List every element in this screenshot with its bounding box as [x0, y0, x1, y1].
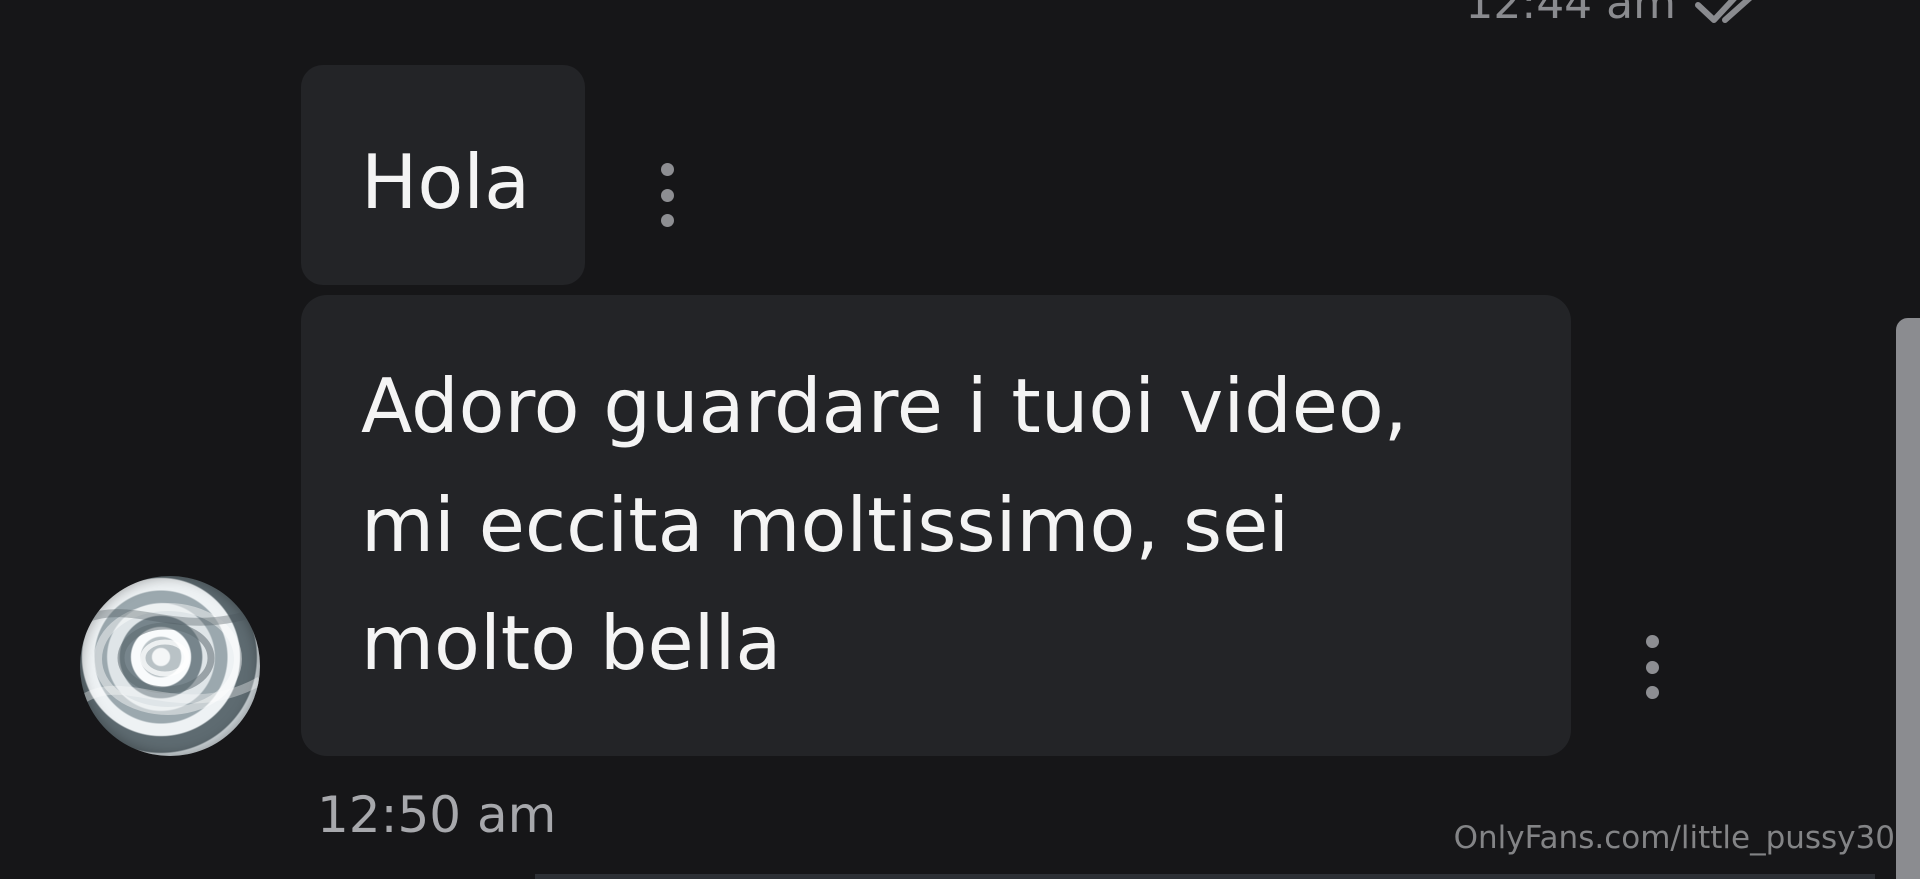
message-text: Adoro guardare i tuoi video, mi eccita m… — [361, 362, 1408, 687]
double-check-icon — [1695, 0, 1753, 23]
composer-divider — [535, 874, 1875, 879]
more-vertical-icon-dot — [660, 163, 674, 176]
more-vertical-icon-dot — [660, 188, 674, 202]
incoming-message-bubble-hola[interactable]: Hola — [301, 65, 585, 285]
message-options-button[interactable] — [1638, 635, 1666, 699]
avatar-water-ripple-image — [80, 603, 260, 715]
previous-message-time: 12:44 am — [1465, 0, 1676, 29]
avatar[interactable] — [80, 576, 260, 756]
message-timestamp: 12:50 am — [317, 786, 557, 844]
more-vertical-icon-dot — [1645, 686, 1659, 699]
message-text: Hola — [361, 138, 531, 226]
chat-screen: 12:44 am Hola Adoro guardare i tuoi vide… — [0, 0, 1920, 879]
incoming-message-bubble-long[interactable]: Adoro guardare i tuoi video, mi eccita m… — [301, 295, 1571, 756]
more-vertical-icon-dot — [1645, 635, 1659, 648]
more-vertical-icon-dot — [660, 214, 674, 227]
more-vertical-icon-dot — [1645, 660, 1659, 674]
message-options-button[interactable] — [653, 163, 681, 227]
watermark: OnlyFans.com/little_pussy30 — [1453, 820, 1895, 856]
previous-message-meta: 12:44 am — [1465, 0, 1772, 28]
chat-scrollbar[interactable] — [1896, 318, 1920, 879]
